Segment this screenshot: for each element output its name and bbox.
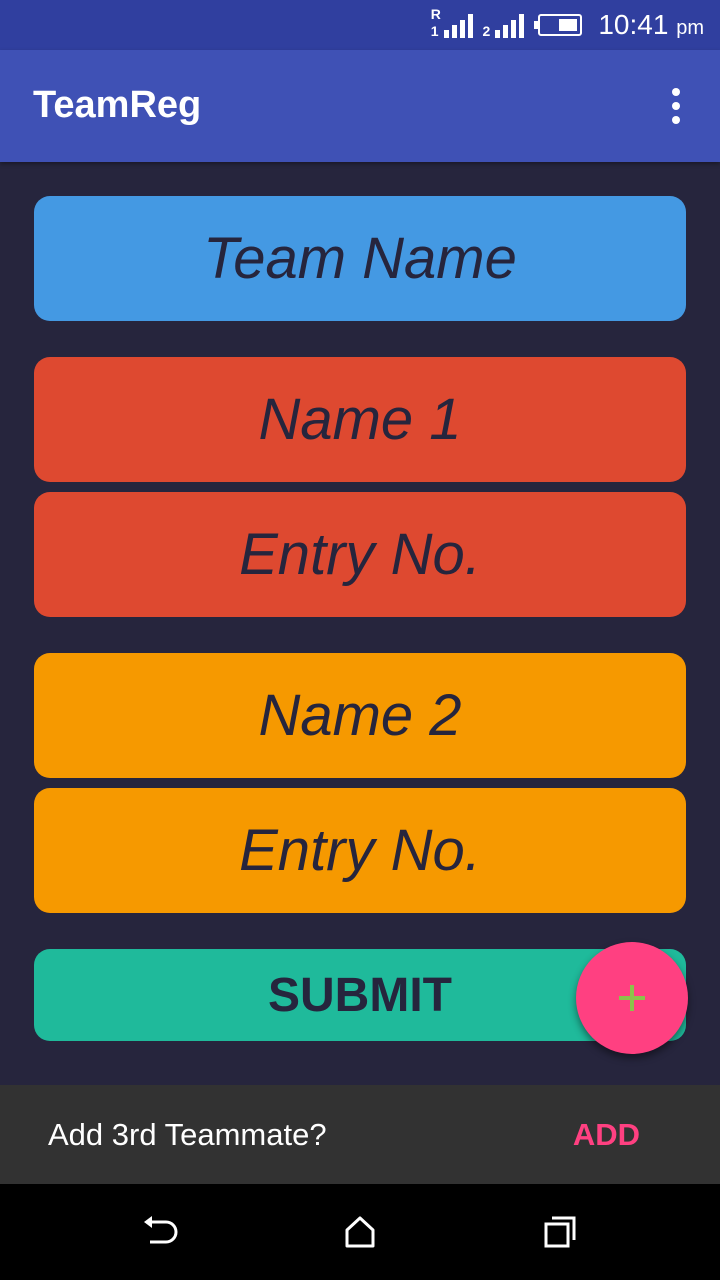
back-icon[interactable]	[136, 1208, 184, 1256]
team-name-field[interactable]: Team Name	[34, 196, 686, 321]
recent-apps-icon[interactable]	[536, 1208, 584, 1256]
app-bar: TeamReg	[0, 50, 720, 162]
sim1-number: 1	[430, 23, 439, 39]
snackbar: Add 3rd Teammate? ADD	[0, 1085, 720, 1184]
member1-entry-field[interactable]: Entry No.	[34, 492, 686, 617]
clock-time: 10:41	[598, 9, 669, 40]
status-clock: 10:41 pm	[598, 9, 704, 41]
member2-name-field[interactable]: Name 2	[34, 653, 686, 778]
sim2-signal-icon: 2	[483, 12, 525, 38]
app-title: TeamReg	[33, 84, 202, 126]
navigation-bar	[0, 1184, 720, 1280]
sim2-number: 2	[482, 23, 491, 39]
add-teammate-fab[interactable]	[576, 942, 688, 1054]
sim1-roaming-label: R	[430, 6, 441, 22]
home-icon[interactable]	[336, 1208, 384, 1256]
battery-icon	[534, 14, 583, 36]
member2-entry-field[interactable]: Entry No.	[34, 788, 686, 913]
status-bar: R 1 2 10:41 pm	[0, 0, 720, 50]
more-vert-icon[interactable]	[668, 88, 684, 124]
snackbar-message: Add 3rd Teammate?	[48, 1117, 327, 1152]
sim1-signal-icon: R 1	[430, 6, 473, 39]
status-icons: R 1 2 10:41 pm	[431, 6, 704, 44]
clock-ampm: pm	[676, 17, 704, 39]
plus-icon	[619, 985, 645, 1011]
snackbar-add-button[interactable]: ADD	[573, 1117, 640, 1153]
member1-name-field[interactable]: Name 1	[34, 357, 686, 482]
